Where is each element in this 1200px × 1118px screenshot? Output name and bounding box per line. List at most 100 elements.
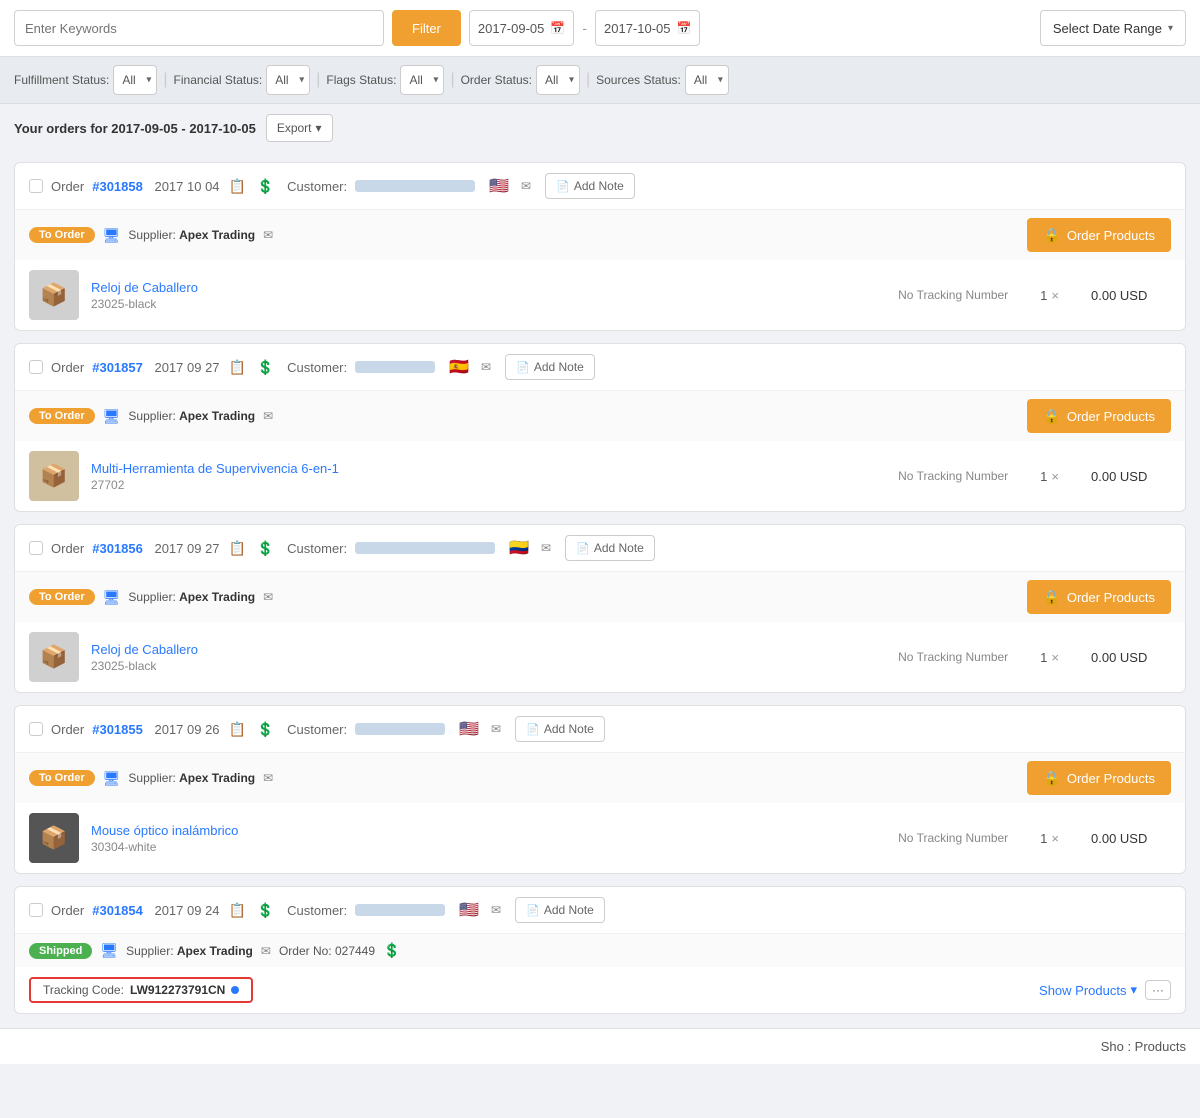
more-button-4[interactable]: ··· [1145,980,1171,1000]
supplier-text-3: Supplier: Apex Trading [128,771,255,785]
product-sku-0-0: 23025-black [91,297,886,311]
date-range-button[interactable]: Select Date Range ▾ [1040,10,1186,46]
sources-label: Sources Status: [596,73,681,87]
financial-select[interactable]: All [266,65,310,95]
product-name-3-0[interactable]: Mouse óptico inalámbrico [91,823,886,838]
note-icon-3: 📋 [228,719,248,739]
envelope-icon-1: ✉ [481,360,491,374]
tracking-info-2-0: No Tracking Number [898,650,1008,664]
order-products-label-2: Order Products [1067,590,1155,605]
product-thumb-2-0: 📦 [29,632,79,682]
add-note-button-3[interactable]: 📄 Add Note [515,716,605,742]
sources-select[interactable]: All [685,65,729,95]
order-products-label-0: Order Products [1067,228,1155,243]
product-thumb-0-0: 📦 [29,270,79,320]
shipped-row-4: Tracking Code: LW912273791CN Show Produc… [15,967,1185,1013]
order-select[interactable]: All [536,65,580,95]
add-note-button-0[interactable]: 📄 Add Note [545,173,635,199]
flag-icon-2: 🇨🇴 [509,538,529,558]
date-to-input[interactable]: 2017-10-05 📅 [595,10,700,46]
filter-button[interactable]: Filter [392,10,461,46]
order-products-button-0[interactable]: 🔒 Order Products [1027,218,1171,252]
add-note-button-4[interactable]: 📄 Add Note [515,897,605,923]
order-select-wrap: All [536,65,580,95]
sho-products: Sho : Products [1101,1039,1186,1054]
order-filter-group: Order Status: All [461,65,580,95]
note-doc-icon-3: 📄 [526,723,540,736]
order-products-button-3[interactable]: 🔒 Order Products [1027,761,1171,795]
calendar-to-icon: 📅 [677,21,692,35]
add-note-button-2[interactable]: 📄 Add Note [565,535,655,561]
add-note-label-0: Add Note [574,179,624,193]
note-icon-1: 📋 [228,357,248,377]
supplier-row-4: Shipped 🖥 Supplier: Apex Trading ✉ Order… [15,934,1185,967]
product-name-0-0[interactable]: Reloj de Caballero [91,280,886,295]
order-no-label-4: Order No: 027449 [279,944,375,958]
top-bar: Filter 2017-09-05 📅 - 2017-10-05 📅 Selec… [0,0,1200,57]
order-dollar-icon-4: 💲 [383,942,400,959]
product-thumb-icon-1-0: 📦 [40,463,67,489]
export-button[interactable]: Export ▾ [266,114,333,142]
order-header-0: Order #301858 2017 10 04 📋 💲 Customer: 🇺… [15,163,1185,210]
order-products-button-1[interactable]: 🔒 Order Products [1027,399,1171,433]
supplier-monitor-icon-0: 🖥 [103,227,121,244]
order-label-3: Order [51,722,84,737]
fulfillment-filter-group: Fulfillment Status: All [14,65,157,95]
date-range-label: Select Date Range [1053,21,1162,36]
order-date-4: 2017 09 24 [151,903,220,918]
add-note-label-1: Add Note [534,360,584,374]
sources-filter-group: Sources Status: All [596,65,729,95]
order-number-1[interactable]: #301857 [92,360,143,375]
order-number-4[interactable]: #301854 [92,903,143,918]
order-header-3: Order #301855 2017 09 26 📋 💲 Customer: 🇺… [15,706,1185,753]
orders-header: Your orders for 2017-09-05 - 2017-10-05 … [0,104,1200,152]
date-from-input[interactable]: 2017-09-05 📅 [469,10,574,46]
fulfillment-select[interactable]: All [113,65,157,95]
order-number-0[interactable]: #301858 [92,179,143,194]
product-name-2-0[interactable]: Reloj de Caballero [91,642,886,657]
order-date-1: 2017 09 27 [151,360,220,375]
customer-name-3 [355,723,445,735]
tracking-info-3-0: No Tracking Number [898,831,1008,845]
price-info-1-0: 0.00 USD [1091,469,1171,484]
financial-select-wrap: All [266,65,310,95]
order-card: Order #301854 2017 09 24 📋 💲 Customer: 🇺… [14,886,1186,1014]
flags-filter-group: Flags Status: All [326,65,444,95]
supplier-text-1: Supplier: Apex Trading [128,409,255,423]
divider-4: | [586,71,590,89]
date-to-value: 2017-10-05 [604,21,671,36]
order-date-3: 2017 09 26 [151,722,220,737]
show-products-label-4: Show Products [1039,983,1126,998]
customer-name-1 [355,361,435,373]
more-label-4: ··· [1152,983,1164,997]
tracking-info-1-0: No Tracking Number [898,469,1008,483]
order-checkbox-3[interactable] [29,722,43,736]
order-date-2: 2017 09 27 [151,541,220,556]
order-checkbox-4[interactable] [29,903,43,917]
search-input[interactable] [14,10,384,46]
chevron-down-icon-4: ▾ [1130,982,1137,998]
flags-select-wrap: All [400,65,444,95]
order-number-2[interactable]: #301856 [92,541,143,556]
note-doc-icon-1: 📄 [516,361,530,374]
order-products-button-2[interactable]: 🔒 Order Products [1027,580,1171,614]
order-number-3[interactable]: #301855 [92,722,143,737]
date-from-value: 2017-09-05 [478,21,545,36]
orders-title: Your orders for 2017-09-05 - 2017-10-05 [14,121,256,136]
fulfillment-label: Fulfillment Status: [14,73,109,87]
add-note-button-1[interactable]: 📄 Add Note [505,354,595,380]
flags-select[interactable]: All [400,65,444,95]
status-badge-2: To Order [29,589,95,605]
product-name-1-0[interactable]: Multi-Herramienta de Supervivencia 6-en-… [91,461,886,476]
order-checkbox-0[interactable] [29,179,43,193]
product-thumb-1-0: 📦 [29,451,79,501]
order-checkbox-1[interactable] [29,360,43,374]
lock-icon-3: 🔒 [1043,770,1060,787]
show-products-button-4[interactable]: Show Products ▾ [1039,982,1137,998]
qty-info-0-0: 1 × [1040,288,1059,303]
product-row-3-0: 📦 Mouse óptico inalámbrico 30304-white N… [15,803,1185,873]
order-status-label: Order Status: [461,73,532,87]
order-checkbox-2[interactable] [29,541,43,555]
envelope-icon-2: ✉ [541,541,551,555]
product-info-3-0: Mouse óptico inalámbrico 30304-white [91,823,886,854]
